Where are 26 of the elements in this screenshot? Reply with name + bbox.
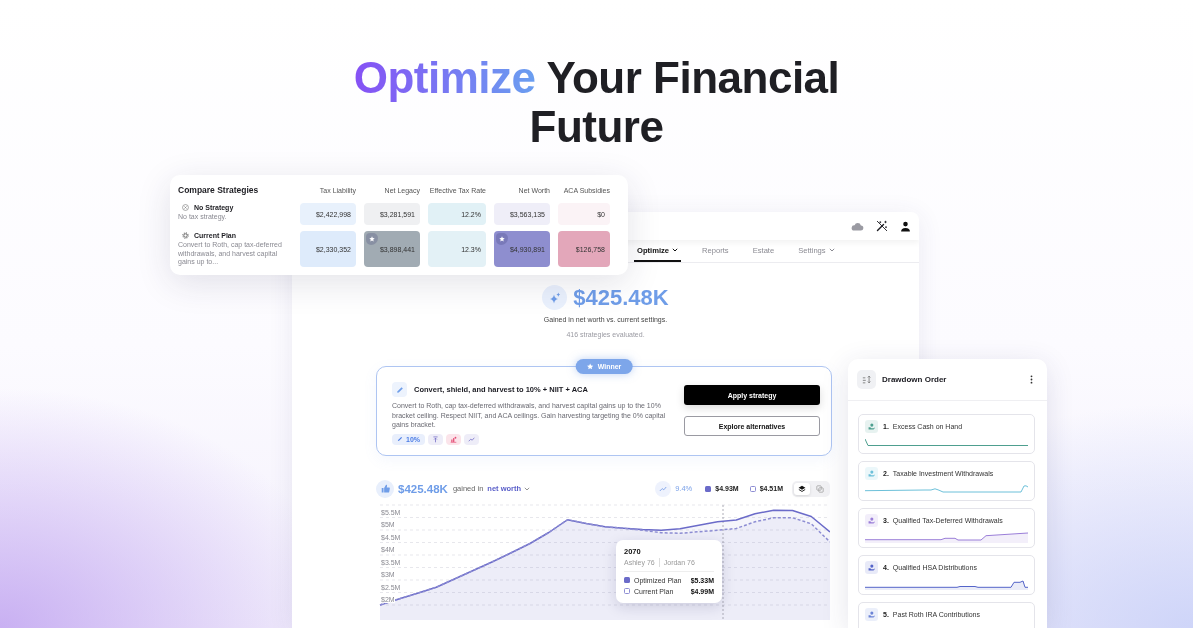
user-icon[interactable]	[900, 220, 911, 232]
filled-square-icon	[624, 577, 630, 583]
thumbs-up-icon	[376, 479, 394, 498]
trend-icon	[655, 480, 672, 497]
outline-square-icon	[749, 485, 756, 492]
wand-icon[interactable]	[876, 220, 888, 232]
sparkle-icon	[542, 285, 568, 310]
gear-icon	[182, 232, 189, 239]
headline: Optimize Your Financial Future	[352, 52, 841, 151]
caret-icon	[524, 486, 531, 491]
gain-amount: $425.48K	[398, 482, 448, 495]
sort-icon	[857, 370, 876, 389]
card-title: Compare Strategies	[178, 185, 260, 195]
x-circle-icon	[182, 204, 189, 211]
more-icon[interactable]	[1030, 375, 1033, 384]
pencil-icon	[397, 436, 403, 442]
gain-amount: $425.48K	[573, 285, 669, 310]
layers-icon	[798, 484, 806, 493]
filled-square-icon	[705, 485, 712, 492]
outline-square-icon	[624, 588, 630, 594]
panel-title: Drawdown Order	[882, 375, 947, 384]
star-icon	[586, 363, 594, 370]
view-button[interactable]	[794, 482, 810, 495]
cloud-icon[interactable]	[851, 221, 864, 231]
pencil-icon	[392, 382, 407, 397]
copy-icon	[816, 484, 824, 493]
